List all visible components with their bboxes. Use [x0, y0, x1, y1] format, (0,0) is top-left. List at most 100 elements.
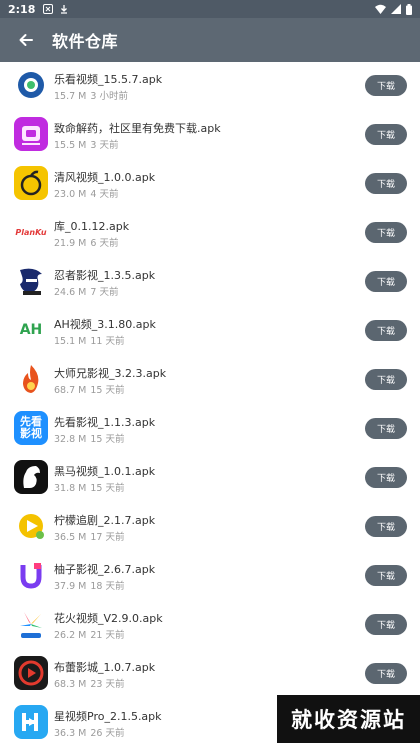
app-meta: 36.3 M 26 天前 — [54, 725, 124, 739]
app-bar: 软件仓库 — [0, 18, 420, 62]
app-meta: 68.7 M 15 天前 — [54, 382, 124, 396]
app-age: 15 天前 — [90, 434, 125, 445]
app-size: 23.0 M — [54, 189, 87, 200]
xiankan-icon: 先看影视 — [14, 411, 48, 445]
app-meta: 32.8 M 15 天前 — [54, 431, 124, 445]
logo-text: AH — [19, 322, 43, 338]
app-age: 11 天前 — [90, 336, 125, 347]
list-item: AH AH视频_3.1.80.apk 15.1 M 11 天前 下载 — [0, 307, 420, 356]
list-item: 柚子影视_2.6.7.apk 37.9 M 18 天前 下载 — [0, 552, 420, 601]
list-item: 花火视频_V2.9.0.apk 26.2 M 21 天前 下载 — [0, 601, 420, 650]
app-age: 15 天前 — [90, 385, 125, 396]
back-arrow-icon — [19, 34, 33, 46]
app-meta: 26.2 M 21 天前 — [54, 627, 124, 641]
ninja-icon — [14, 264, 48, 298]
wifi-icon — [375, 4, 386, 14]
logo-text: 先看影视 — [20, 415, 42, 440]
d-play-icon — [14, 656, 48, 690]
status-icons — [375, 3, 412, 15]
app-name: 大师兄影视_3.2.3.apk — [54, 367, 167, 380]
download-status-icon — [61, 5, 68, 14]
download-button[interactable]: 下载 — [365, 516, 407, 537]
app-size: 15.1 M — [54, 336, 87, 347]
app-size: 37.9 M — [54, 581, 87, 592]
download-button[interactable]: 下载 — [365, 418, 407, 439]
app-size: 15.5 M — [54, 140, 87, 151]
app-meta: 21.9 M6 天前 — [54, 235, 118, 249]
app-name: 先看影视_1.1.3.apk — [54, 416, 156, 429]
download-button[interactable]: 下载 — [365, 173, 407, 194]
download-button[interactable]: 下载 — [365, 124, 407, 145]
app-age: 6 天前 — [90, 238, 119, 249]
app-size: 36.5 M — [54, 532, 87, 543]
download-button[interactable]: 下载 — [365, 467, 407, 488]
horse-icon — [14, 460, 48, 494]
app-age: 26 天前 — [90, 728, 125, 739]
leyou-icon — [14, 68, 48, 102]
battery-icon — [406, 3, 412, 15]
app-size: 24.6 M — [54, 287, 87, 298]
download-button[interactable]: 下载 — [365, 663, 407, 684]
status-bar: 2:18 — [0, 0, 420, 18]
notification-icon — [43, 4, 54, 14]
list-item: 致命解药，社区里有免费下载.apk 15.5 M3 天前 下载 — [0, 111, 420, 160]
app-age: 15 天前 — [90, 483, 125, 494]
app-age: 18 天前 — [90, 581, 125, 592]
list-item: 柠檬追剧_2.1.7.apk 36.5 M 17 天前 下载 — [0, 503, 420, 552]
app-size: 31.8 M — [54, 483, 87, 494]
list-item: 清风视频_1.0.0.apk 23.0 M4 天前 下载 — [0, 160, 420, 209]
app-list: 乐看视频_15.5.7.apk 15.7 M3 小时前 下载 致命解药，社区里有… — [0, 62, 420, 746]
app-name: 忍者影视_1.3.5.apk — [54, 269, 156, 282]
app-size: 68.3 M — [54, 679, 87, 690]
watermark: 就收资源站 — [277, 695, 420, 743]
app-meta: 15.1 M 11 天前 — [54, 333, 124, 347]
app-name: 库_0.1.12.apk — [54, 220, 130, 233]
download-button[interactable]: 下载 — [365, 75, 407, 96]
app-name: 星视频Pro_2.1.5.apk — [54, 710, 162, 723]
app-age: 17 天前 — [90, 532, 125, 543]
download-button[interactable]: 下载 — [365, 222, 407, 243]
app-size: 36.3 M — [54, 728, 87, 739]
back-button[interactable] — [0, 18, 52, 62]
app-name: 致命解药，社区里有免费下载.apk — [54, 122, 221, 135]
app-name: 乐看视频_15.5.7.apk — [54, 73, 163, 86]
app-name: 布蕾影城_1.0.7.apk — [54, 661, 156, 674]
app-size: 15.7 M — [54, 91, 87, 102]
app-name: 黑马视频_1.0.1.apk — [54, 465, 156, 478]
list-item: 先看影视 先看影视_1.1.3.apk 32.8 M 15 天前 下载 — [0, 405, 420, 454]
u-logo-icon — [14, 558, 48, 592]
firework-icon — [14, 607, 48, 641]
ah-logo-icon: AH — [14, 313, 48, 347]
app-meta: 15.7 M3 小时前 — [54, 88, 128, 102]
page-title: 软件仓库 — [52, 32, 119, 51]
app-name: 花火视频_V2.9.0.apk — [54, 612, 163, 625]
status-time: 2:18 — [8, 2, 36, 16]
app-age: 7 天前 — [90, 287, 119, 298]
list-item: 黑马视频_1.0.1.apk 31.8 M 15 天前 下载 — [0, 454, 420, 503]
app-meta: 24.6 M7 天前 — [54, 284, 118, 298]
signal-icon — [391, 4, 401, 14]
app-name: 清风视频_1.0.0.apk — [54, 171, 156, 184]
download-button[interactable]: 下载 — [365, 271, 407, 292]
app-size: 21.9 M — [54, 238, 87, 249]
app-age: 3 天前 — [90, 140, 119, 151]
app-meta: 31.8 M 15 天前 — [54, 480, 124, 494]
lemon-play-icon — [14, 509, 48, 543]
download-button[interactable]: 下载 — [365, 614, 407, 635]
list-item: 忍者影视_1.3.5.apk 24.6 M7 天前 下载 — [0, 258, 420, 307]
download-button[interactable]: 下载 — [365, 369, 407, 390]
app-meta: 15.5 M3 天前 — [54, 137, 118, 151]
app-name: 柚子影视_2.6.7.apk — [54, 563, 156, 576]
download-button[interactable]: 下载 — [365, 565, 407, 586]
app-meta: 68.3 M 23 天前 — [54, 676, 124, 690]
toy-box-icon — [14, 117, 48, 151]
app-name: 柠檬追剧_2.1.7.apk — [54, 514, 156, 527]
app-meta: 36.5 M 17 天前 — [54, 529, 124, 543]
app-size: 26.2 M — [54, 630, 87, 641]
list-item: 布蕾影城_1.0.7.apk 68.3 M 23 天前 下载 — [0, 650, 420, 699]
app-age: 4 天前 — [90, 189, 119, 200]
list-item: 乐看视频_15.5.7.apk 15.7 M3 小时前 下载 — [0, 62, 420, 111]
app-name: AH视频_3.1.80.apk — [54, 318, 156, 331]
download-button[interactable]: 下载 — [365, 320, 407, 341]
app-age: 21 天前 — [90, 630, 125, 641]
